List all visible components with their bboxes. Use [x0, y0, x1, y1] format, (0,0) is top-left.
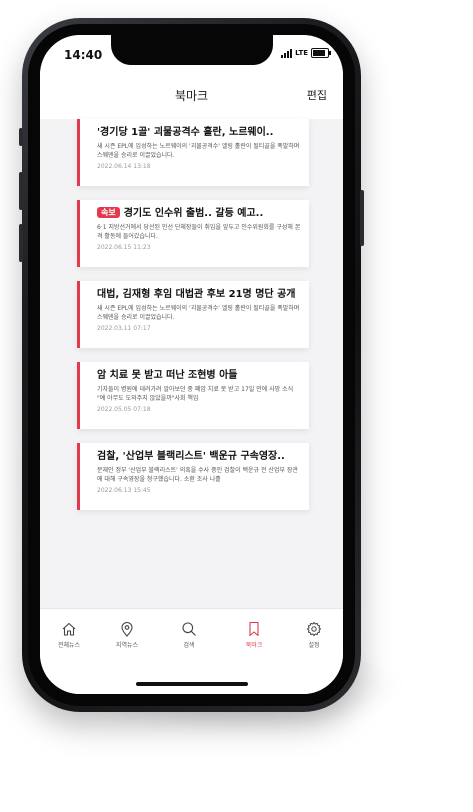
tab-label: 설정: [308, 642, 320, 649]
bookmark-title: 대법, 김재형 후임 대법관 후보 21명 명단 공개: [97, 289, 296, 300]
bookmark-summary: 새 시즌 EPL에 입성하는 노르웨이의 '괴물공격수' 엘링 홀란이 될티골을…: [97, 143, 300, 159]
tab-search[interactable]: 검색: [164, 621, 214, 649]
app-screen: 14:40 LTE 북마크 편집 '경기당 1골' 괴물공격수 홀란, 노르웨이…: [40, 35, 343, 694]
mute-switch: [19, 128, 23, 146]
volume-down-button: [19, 224, 23, 262]
bookmark-title: 검찰, '산업부 블랙리스트' 백운규 구속영장..: [97, 451, 285, 462]
top-header: 북마크 편집: [40, 79, 343, 119]
tab-bookmark[interactable]: 북마크: [229, 621, 279, 649]
bookmark-title: '경기당 1골' 괴물공격수 홀란, 노르웨이..: [97, 127, 274, 138]
gear-icon: [307, 622, 321, 636]
bookmark-date: 2022.05.05 07:18: [97, 406, 151, 413]
tab-local-news[interactable]: 지역뉴스: [102, 621, 152, 649]
bookmark-date: 2022.06.15 11:23: [97, 244, 151, 251]
bookmark-icon: [249, 621, 259, 637]
tab-settings[interactable]: 설정: [289, 621, 339, 649]
bookmark-date: 2022.06.14 13:18: [97, 163, 151, 170]
bookmark-card[interactable]: '경기당 1골' 괴물공격수 홀란, 노르웨이.. 새 시즌 EPL에 입성하는…: [77, 119, 309, 186]
bookmark-card[interactable]: 속보 경기도 인수위 출범.. 갈등 예고.. 6·1 지방선거에서 당선된 민선…: [77, 200, 309, 267]
tab-label: 북마크: [245, 642, 263, 649]
network-type: LTE: [295, 49, 308, 57]
status-bar: 14:40 LTE: [40, 35, 343, 79]
status-indicators: LTE: [281, 48, 331, 58]
tab-label: 전체뉴스: [57, 642, 81, 649]
home-icon: [62, 622, 76, 636]
location-pin-icon: [121, 622, 133, 637]
bookmark-title-text: 경기도 인수위 출범.. 갈등 예고..: [123, 208, 264, 219]
bookmark-title: 속보 경기도 인수위 출범.. 갈등 예고..: [97, 207, 301, 220]
power-button: [360, 190, 364, 246]
bookmark-summary: 새 시즌 EPL에 입성하는 노르웨이의 '괴물공격수' 엘링 홀란이 될티골을…: [97, 305, 300, 321]
page-title: 북마크: [174, 89, 209, 103]
bookmark-card[interactable]: 검찰, '산업부 블랙리스트' 백운규 구속영장.. 문재인 정부 '산업부 블…: [77, 443, 309, 510]
battery-icon: [311, 48, 331, 58]
signal-icon: [281, 48, 293, 58]
bookmark-summary: 문재인 정부 '산업부 블랙리스트' 의혹을 수사 중인 검찰이 백운규 전 산…: [97, 467, 298, 483]
bookmark-date: 2022.06.13 15:45: [97, 487, 151, 494]
tab-label: 지역뉴스: [115, 642, 139, 649]
status-time: 14:40: [64, 48, 103, 62]
bookmark-summary: 기자들이 병원에 데려가려 알아보던 중 폐암 치료 못 받고 17일 만에 사…: [97, 386, 294, 402]
bookmark-title: 암 치료 못 받고 떠난 조현병 아들: [97, 370, 238, 381]
edit-button[interactable]: 편집: [307, 87, 327, 103]
bookmark-summary: 6·1 지방선거에서 당선된 민선 단체장들이 취임을 앞두고 인수위원회를 구…: [97, 224, 301, 240]
tab-label: 검색: [183, 642, 195, 649]
breaking-badge: 속보: [97, 207, 120, 218]
home-indicator[interactable]: [136, 682, 248, 686]
volume-up-button: [19, 172, 23, 210]
tab-all-news[interactable]: 전체뉴스: [44, 621, 94, 649]
bookmark-card[interactable]: 대법, 김재형 후임 대법관 후보 21명 명단 공개 새 시즌 EPL에 입성…: [77, 281, 309, 348]
bottom-tab-bar: 전체뉴스 지역뉴스 검색 북마크 설정: [40, 608, 343, 694]
bookmark-date: 2022.03.11 07:17: [97, 325, 151, 332]
camera-notch: [111, 35, 273, 65]
bookmark-card[interactable]: 암 치료 못 받고 떠난 조현병 아들 기자들이 병원에 데려가려 알아보던 중…: [77, 362, 309, 429]
search-icon: [182, 622, 196, 636]
